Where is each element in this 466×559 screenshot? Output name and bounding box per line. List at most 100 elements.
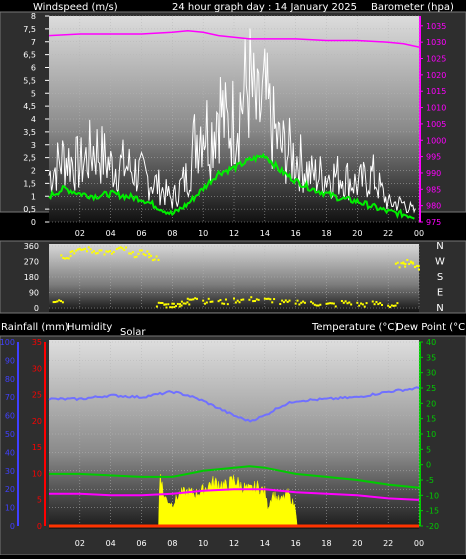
compass-label: S: [437, 272, 443, 283]
direction-point: [415, 264, 418, 267]
humidity-tick-label: 50: [5, 430, 15, 439]
wind-tick-label: 1: [31, 192, 36, 201]
direction-point: [94, 252, 97, 255]
wind-tick-label: 3,5: [23, 128, 36, 137]
wind-axis-title: Windspeed (m/s): [33, 2, 118, 13]
direction-point: [65, 257, 68, 260]
direction-point: [96, 252, 99, 255]
wind-tick-label: 7: [31, 38, 36, 47]
direction-point: [196, 297, 198, 300]
direction-point: [392, 304, 395, 307]
wind-tick-label: 8: [31, 12, 36, 21]
direction-point: [179, 303, 182, 306]
direction-point: [296, 299, 299, 302]
direction-tick-label: 270: [24, 258, 39, 267]
direction-point: [406, 258, 409, 261]
wind-x-tick-label: 02: [75, 229, 85, 238]
direction-point: [219, 299, 222, 302]
temp-x-tick-label: 06: [136, 539, 146, 548]
wind-x-tick-label: 06: [136, 229, 146, 238]
direction-point: [413, 266, 416, 269]
direction-point: [265, 297, 268, 300]
direction-point: [396, 261, 399, 264]
direction-tick-label: 180: [24, 273, 39, 282]
direction-point: [151, 259, 154, 262]
direction-point: [119, 246, 122, 249]
direction-point: [80, 248, 83, 251]
direction-point: [52, 301, 55, 304]
direction-point: [346, 302, 349, 305]
direction-point: [284, 299, 287, 302]
direction-point: [248, 298, 251, 301]
direction-point: [332, 302, 335, 305]
direction-point: [180, 300, 183, 303]
direction-point: [121, 247, 124, 250]
direction-point: [58, 299, 61, 302]
direction-point: [82, 248, 85, 251]
direction-point: [327, 302, 330, 305]
direction-point: [125, 246, 128, 249]
temp-x-tick-label: 14: [260, 539, 270, 548]
temp-tick-label: -15: [426, 507, 439, 516]
direction-point: [294, 302, 297, 305]
direction-point: [396, 302, 399, 305]
direction-point: [175, 305, 178, 308]
direction-point: [62, 257, 65, 260]
direction-point: [148, 253, 151, 256]
temp-x-tick-label: 12: [229, 539, 239, 548]
direction-point: [130, 252, 133, 255]
direction-point: [71, 250, 74, 253]
direction-point: [394, 304, 397, 307]
direction-point: [155, 305, 158, 308]
direction-point: [281, 299, 284, 302]
direction-point: [371, 300, 374, 303]
direction-point: [404, 265, 407, 268]
direction-point: [329, 302, 332, 305]
direction-point: [93, 250, 96, 253]
baro-tick-label: 975: [426, 218, 441, 227]
wind-tick-label: 0,5: [23, 205, 36, 214]
direction-point: [73, 252, 76, 255]
direction-point: [286, 300, 289, 303]
direction-point: [375, 301, 378, 304]
temp-x-tick-label: 00: [414, 539, 424, 548]
wind-x-tick-label: 18: [321, 229, 331, 238]
humidity-axis-title: Humidity: [67, 322, 112, 333]
direction-point: [417, 265, 420, 268]
humidity-tick-label: 80: [5, 375, 15, 384]
baro-tick-label: 980: [426, 202, 441, 211]
direction-point: [138, 249, 141, 252]
wind-x-tick-label: 16: [291, 229, 301, 238]
direction-point: [340, 299, 343, 302]
direction-point: [363, 305, 366, 308]
humidity-tick-label: 20: [5, 485, 15, 494]
direction-point: [188, 303, 191, 306]
temp-tick-label: 10: [426, 430, 436, 439]
temp-x-tick-label: 10: [198, 539, 208, 548]
temp-tick-label: 5: [426, 445, 431, 454]
temp-x-tick-label: 20: [352, 539, 362, 548]
wind-tick-label: 4,5: [23, 102, 36, 111]
direction-point: [236, 299, 239, 302]
temp-x-tick-label: 04: [106, 539, 116, 548]
direction-point: [67, 257, 70, 260]
direction-point: [257, 298, 260, 301]
direction-point: [313, 303, 316, 306]
direction-point: [282, 301, 285, 304]
temp-tick-label: 15: [426, 415, 436, 424]
wind-tick-label: 5,5: [23, 76, 36, 85]
direction-point: [61, 301, 64, 304]
direction-point: [123, 248, 126, 251]
humidity-tick-label: 90: [5, 356, 15, 365]
direction-point: [133, 256, 136, 259]
baro-tick-label: 1035: [426, 22, 446, 31]
rain-tick-label: 25: [32, 391, 42, 400]
direction-point: [176, 302, 179, 305]
direction-point: [233, 297, 235, 300]
wind-tick-label: 4: [31, 115, 36, 124]
compass-label: N: [436, 303, 443, 314]
direction-point: [360, 302, 363, 305]
direction-point: [182, 302, 185, 305]
wind-tick-label: 0: [31, 218, 36, 227]
direction-point: [128, 252, 131, 255]
